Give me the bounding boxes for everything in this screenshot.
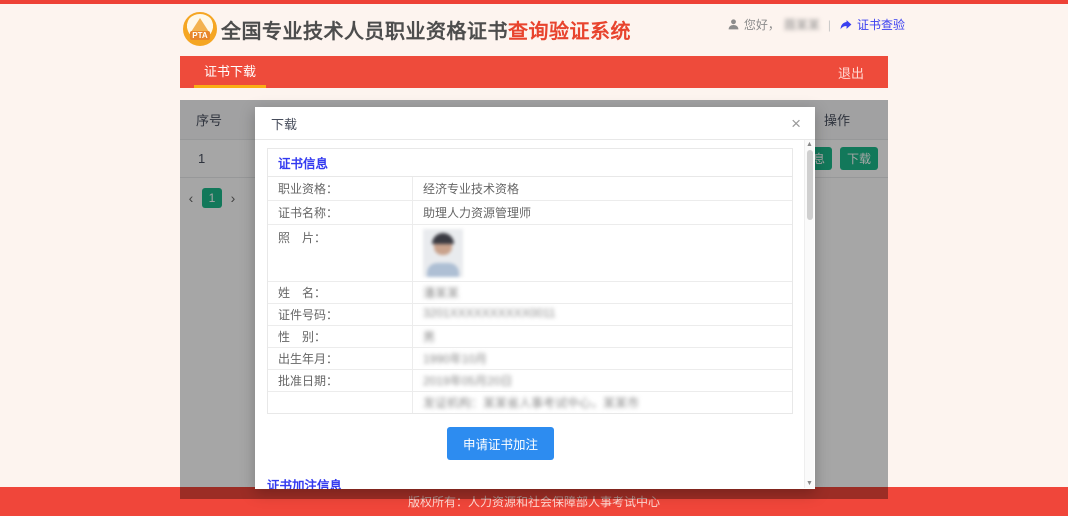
field-label: 职业资格： (268, 177, 413, 200)
modal-header: 下载 × (255, 107, 815, 140)
field-label: 姓 名： (268, 282, 413, 303)
field-label: 证书名称： (268, 201, 413, 224)
modal-body: 证书信息 职业资格： 经济专业技术资格 证书名称： 助理人力资源管理师 照 片： (255, 140, 815, 489)
field-label: 性 别： (268, 326, 413, 347)
close-icon[interactable]: × (791, 115, 801, 132)
modal-title: 下载 (271, 114, 297, 133)
field-gender: 性 别： 男 (268, 326, 792, 348)
field-value-redacted: 潘某某 (413, 282, 792, 303)
content-area: 序号 操作 1 证书信息 下载 ‹ 1 › 下载 × 证书信息 职业资格： (180, 100, 888, 499)
annotation-section-title: 证书加注信息 (267, 475, 793, 489)
share-arrow-icon (839, 18, 853, 31)
field-cert-name: 证书名称： 助理人力资源管理师 (268, 201, 792, 225)
field-value: 助理人力资源管理师 (413, 201, 792, 224)
tab-label: 证书下载 (204, 64, 256, 79)
field-photo: 照 片： (268, 225, 792, 282)
user-icon (727, 18, 740, 31)
cert-info-section-title: 证书信息 (268, 149, 792, 177)
field-value-redacted: 2019年05月20日 (413, 370, 792, 391)
field-value-redacted: 1990年10月 (413, 348, 792, 369)
scroll-up-icon[interactable]: ▲ (805, 141, 814, 148)
field-occupation: 职业资格： 经济专业技术资格 (268, 177, 792, 201)
page-title: 全国专业技术人员职业资格证书查询验证系统 (221, 15, 631, 44)
field-label: 照 片： (268, 225, 413, 281)
field-value (413, 225, 792, 281)
pta-logo-icon: PTA (183, 12, 217, 46)
user-info: 您好， 聂某某 | 证书查验 (727, 16, 905, 33)
field-name: 姓 名： 潘某某 (268, 282, 792, 304)
field-label (268, 392, 413, 413)
certificate-verify-link[interactable]: 证书查验 (839, 16, 905, 33)
field-id-number: 证件号码： 3201XXXXXXXXXX0011 (268, 304, 792, 326)
portrait-photo (423, 229, 463, 277)
photo-shirt-shape (427, 263, 459, 277)
field-label: 批准日期： (268, 370, 413, 391)
greeting-text: 您好， (744, 16, 780, 33)
main-nav: 证书下载 退出 (180, 56, 888, 88)
download-modal: 下载 × 证书信息 职业资格： 经济专业技术资格 证书名称： 助理人力资源管理师… (255, 107, 815, 489)
field-label: 证件号码： (268, 304, 413, 325)
field-value-redacted: 发证机构：某某省人事考试中心，某某市 (413, 392, 792, 413)
photo-hair-shape (432, 233, 454, 244)
field-value-redacted: 3201XXXXXXXXXX0011 (413, 304, 792, 325)
page-header: PTA 全国专业技术人员职业资格证书查询验证系统 您好， 聂某某 | 证书查验 (0, 4, 1068, 56)
page-title-accent: 查询验证系统 (508, 21, 631, 43)
logout-button[interactable]: 退出 (838, 63, 888, 82)
modal-scrollbar[interactable]: ▲ ▼ (804, 140, 814, 488)
field-label: 出生年月： (268, 348, 413, 369)
field-approval-date: 批准日期： 2019年05月20日 (268, 370, 792, 392)
page-title-main: 全国专业技术人员职业资格证书 (221, 21, 508, 43)
scrollbar-thumb[interactable] (807, 150, 813, 220)
verify-link-label: 证书查验 (857, 16, 905, 33)
field-birth-date: 出生年月： 1990年10月 (268, 348, 792, 370)
field-issuer: 发证机构：某某省人事考试中心，某某市 (268, 392, 792, 413)
divider: | (828, 18, 831, 32)
logo-wing-shape (191, 18, 209, 32)
apply-annotation-button[interactable]: 申请证书加注 (447, 427, 554, 460)
logo-text: PTA (190, 31, 209, 40)
brand: PTA 全国专业技术人员职业资格证书查询验证系统 (183, 12, 631, 46)
username: 聂某某 (784, 16, 820, 33)
tab-certificate-download[interactable]: 证书下载 (180, 56, 280, 88)
field-value: 经济专业技术资格 (413, 177, 792, 200)
active-tab-indicator (194, 85, 266, 88)
scroll-down-icon[interactable]: ▼ (805, 480, 814, 487)
field-value-redacted: 男 (413, 326, 792, 347)
certificate-info-box: 证书信息 职业资格： 经济专业技术资格 证书名称： 助理人力资源管理师 照 片： (267, 148, 793, 414)
